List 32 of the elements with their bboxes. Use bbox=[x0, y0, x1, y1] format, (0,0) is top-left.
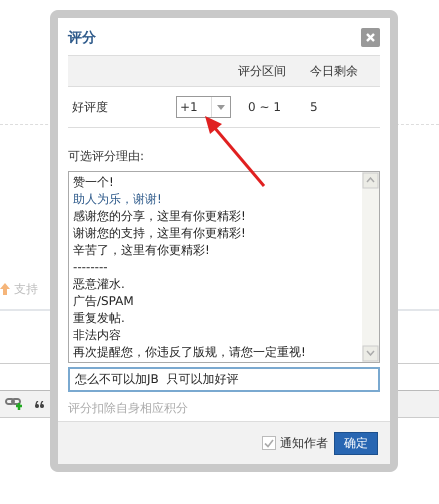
reason-option[interactable]: 助人为乐，谢谢! bbox=[73, 191, 358, 208]
remaining-cell-text: 5 bbox=[310, 100, 319, 114]
reasons-listbox[interactable]: 赞一个! 助人为乐，谢谢! 感谢您的分享，这里有你更精彩! 谢谢您的支持，这里有你更精彩! 辛苦了，这里有你更精彩! -------- 恶意灌水. 广告/SPAM 重复发帖. 非法内容 再次提醒您，你违反了版规，请您一定重视! bbox=[68, 171, 380, 363]
quote-icon[interactable] bbox=[35, 400, 44, 408]
reason-option[interactable]: -------- bbox=[73, 259, 358, 276]
reason-option[interactable]: 赞一个! bbox=[73, 174, 358, 191]
reason-option[interactable]: 恶意灌水. bbox=[73, 276, 358, 293]
reason-option[interactable]: 广告/SPAM bbox=[73, 293, 358, 310]
rating-label: 好评度 bbox=[71, 98, 109, 116]
reason-option[interactable]: 辛苦了，这里有你更精彩! bbox=[73, 242, 358, 259]
score-select[interactable]: +1 bbox=[176, 96, 231, 118]
reason-option[interactable]: 重复发帖. bbox=[73, 310, 358, 327]
range-cell-text: 0 ~ 1 bbox=[247, 100, 282, 114]
dialog-title: 评分 bbox=[68, 28, 96, 46]
confirm-button[interactable]: 确定 bbox=[334, 432, 378, 454]
up-arrow-icon[interactable] bbox=[0, 283, 10, 295]
link-add-icon[interactable] bbox=[5, 397, 23, 411]
scrollbar[interactable] bbox=[362, 172, 379, 362]
reason-option[interactable]: 感谢您的分享，这里有你更精彩! bbox=[73, 208, 358, 225]
close-button[interactable] bbox=[361, 28, 380, 47]
reasons-label: 可选评分理由: bbox=[68, 149, 144, 163]
column-header: 评分区间 bbox=[238, 62, 287, 80]
reason-input[interactable]: 怎么不可以加JB 只可以加好评 bbox=[68, 367, 380, 392]
reason-option[interactable]: 再次提醒您，你违反了版规，请您一定重视! bbox=[73, 344, 358, 361]
notify-checkbox[interactable]: 通知作者 bbox=[262, 434, 328, 452]
reason-option[interactable]: 非法内容 bbox=[73, 327, 358, 344]
close-icon[interactable] bbox=[365, 32, 376, 43]
caret-icon[interactable] bbox=[217, 104, 225, 110]
check-icon[interactable] bbox=[264, 438, 274, 448]
column-header: 今日剩余 bbox=[310, 62, 359, 80]
hint-text: 评分扣除自身相应积分 bbox=[68, 401, 188, 415]
reason-option[interactable]: 谢谢您的支持，这里有你更精彩! bbox=[73, 225, 358, 242]
